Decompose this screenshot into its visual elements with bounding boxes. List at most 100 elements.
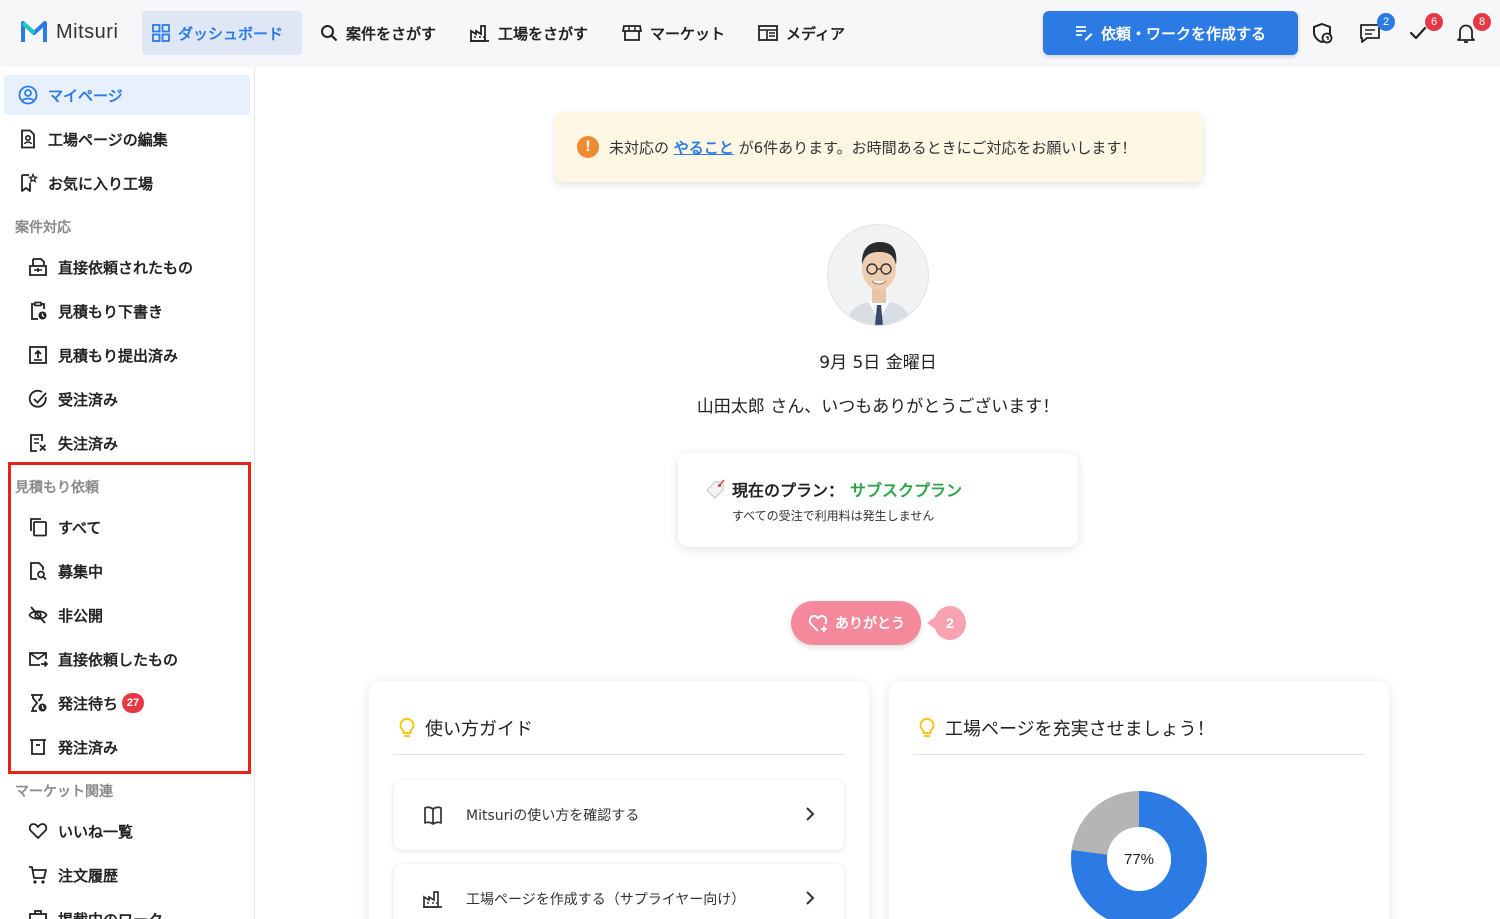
card-title: 使い方ガイド xyxy=(399,715,533,741)
thanks-button[interactable]: ありがとう xyxy=(791,601,921,645)
create-request-button[interactable]: 依頼・ワークを作成する xyxy=(1043,11,1298,55)
tag-icon xyxy=(706,479,725,499)
card-title: 工場ページを充実させましょう！ xyxy=(919,715,1215,741)
plan-line: 現在のプラン： サブスクプラン xyxy=(704,477,962,501)
eye-off-icon xyxy=(28,606,48,624)
sidebar-item-label: 発注済み xyxy=(58,738,119,757)
guide-row-label: 工場ページを作成する（サプライヤー向け） xyxy=(466,892,746,908)
factory-icon xyxy=(470,25,489,42)
sidebar-item-orders-lost[interactable]: 失注済み xyxy=(4,423,250,463)
user-circle-icon xyxy=(18,85,38,105)
nav-dashboard[interactable]: ダッシュボード xyxy=(142,11,302,55)
sidebar-item-favorite-factories[interactable]: お気に入り工場 xyxy=(4,163,250,203)
edit-list-icon xyxy=(1075,26,1093,41)
sidebar-item-label: 掲載中のワーク xyxy=(58,909,163,919)
sidebar-item-recruiting[interactable]: 募集中 xyxy=(4,551,250,591)
store-icon xyxy=(622,25,642,41)
heart-plus-icon xyxy=(808,615,828,632)
app-name: Mitsuri xyxy=(56,20,119,43)
copy-icon xyxy=(30,518,47,537)
user-photo xyxy=(828,225,928,325)
sidebar-item-all-requests[interactable]: すべて xyxy=(4,507,250,547)
nav-market[interactable]: マーケット xyxy=(612,11,735,55)
top-navigation: Mitsuri ダッシュボード 案件をさがす 工場をさがす マーケット メディア… xyxy=(0,0,1500,67)
sidebar-item-edit-factory-page[interactable]: 工場ページの編集 xyxy=(4,119,250,159)
upload-box-icon xyxy=(29,346,47,364)
sidebar-item-mypage[interactable]: マイページ xyxy=(4,75,250,115)
notice-suffix: が6件あります。お時間あるときにご対応をお願いします！ xyxy=(738,138,1137,157)
guide-card-title: 使い方ガイド xyxy=(425,719,533,740)
tasks-button[interactable]: 6 xyxy=(1405,13,1443,46)
nav-media[interactable]: メディア xyxy=(748,11,855,55)
thanks-count-badge: 2 xyxy=(927,606,966,640)
chevron-right-icon xyxy=(806,807,815,821)
sidebar-item-private[interactable]: 非公開 xyxy=(4,595,250,635)
sidebar-item-ordered[interactable]: 発注済み xyxy=(4,727,250,767)
plan-description: すべての受注で利用料は発生しません xyxy=(732,509,935,523)
security-button[interactable] xyxy=(1310,20,1336,46)
clipboard-clock-icon xyxy=(31,301,47,320)
sidebar-item-label: 直接依頼したもの xyxy=(58,650,179,669)
messages-badge: 2 xyxy=(1377,13,1395,31)
notifications-badge: 8 xyxy=(1473,13,1491,31)
bookmark-icon xyxy=(21,173,38,192)
sidebar-item-quotes-submitted[interactable]: 見積もり提出済み xyxy=(4,335,250,375)
book-icon xyxy=(424,806,442,825)
check-circle-icon xyxy=(28,389,47,408)
sidebar-item-order-history[interactable]: 注文履歴 xyxy=(4,855,250,895)
divider xyxy=(393,754,845,755)
nav-search-projects[interactable]: 案件をさがす xyxy=(310,11,446,55)
nav-market-label: マーケット xyxy=(650,24,726,43)
sidebar-item-label: 募集中 xyxy=(58,562,104,581)
sidebar-item-label: 発注待ち xyxy=(58,694,119,713)
hourglass-icon xyxy=(31,694,47,712)
completion-donut-chart: 77% xyxy=(1069,789,1209,919)
sidebar-item-label: マイページ xyxy=(48,86,123,105)
divider xyxy=(913,754,1365,755)
messages-button[interactable]: 2 xyxy=(1357,13,1395,46)
guide-row-create-factory-page[interactable]: 工場ページを作成する（サプライヤー向け） xyxy=(394,864,844,919)
greeting-message: 山田太郎 さん、いつもありがとうございます！ xyxy=(696,397,1060,417)
sidebar-item-quote-drafts[interactable]: 見積もり下書き xyxy=(4,291,250,331)
nav-search-factories-label: 工場をさがす xyxy=(498,24,589,43)
sidebar-item-label: 受注済み xyxy=(58,390,119,409)
usage-guide-card: 使い方ガイド Mitsuriの使い方を確認する 工場ページを作成する（サプライヤ… xyxy=(369,681,869,919)
media-icon xyxy=(758,25,778,41)
sidebar-section-title: マーケット関連 xyxy=(15,784,113,800)
factory-page-completion-card: 工場ページを充実させましょう！ 77% xyxy=(889,681,1389,919)
completion-percent-label: 77% xyxy=(1123,850,1155,868)
notice-prefix: 未対応の xyxy=(609,138,670,157)
nav-media-label: メディア xyxy=(786,24,845,43)
create-request-label: 依頼・ワークを作成する xyxy=(1100,24,1266,43)
sidebar-item-listed-works[interactable]: 掲載中のワーク xyxy=(4,899,250,919)
nav-search-factories[interactable]: 工場をさがす xyxy=(460,11,598,55)
notifications-button[interactable]: 8 xyxy=(1453,13,1491,46)
sidebar-item-orders-won[interactable]: 受注済み xyxy=(4,379,250,419)
alert-icon: ! xyxy=(577,136,599,158)
cart-icon xyxy=(29,866,47,884)
doc-x-icon xyxy=(30,434,47,452)
sidebar-item-label: 直接依頼されたもの xyxy=(58,258,194,277)
page-edit-icon xyxy=(21,129,35,149)
sidebar-item-awaiting-order[interactable]: 発注待ち 27 xyxy=(4,683,250,723)
chevron-right-icon xyxy=(806,891,815,905)
box-icon xyxy=(30,739,46,755)
sidebar-item-label: すべて xyxy=(58,518,102,537)
notice-text: 未対応の やること が6件あります。お時間あるときにご対応をお願いします！ xyxy=(609,137,1136,158)
sidebar-item-directly-requested[interactable]: 直接依頼されたもの xyxy=(4,247,250,287)
avatar[interactable] xyxy=(827,224,929,326)
app-logo[interactable]: Mitsuri xyxy=(20,18,118,46)
sidebar-item-direct-requests-sent[interactable]: 直接依頼したもの xyxy=(4,639,250,679)
tasks-badge: 6 xyxy=(1425,13,1443,31)
guide-row-label: Mitsuriの使い方を確認する xyxy=(466,808,640,824)
lightbulb-icon xyxy=(399,718,415,737)
guide-row-how-to-use[interactable]: Mitsuriの使い方を確認する xyxy=(394,780,844,850)
todo-link[interactable]: やること xyxy=(674,139,734,157)
sidebar-item-label: 非公開 xyxy=(58,606,104,625)
sidebar-item-likes[interactable]: いいね一覧 xyxy=(4,811,250,851)
lightbulb-icon xyxy=(919,718,935,737)
nav-dashboard-label: ダッシュボード xyxy=(178,24,284,43)
sidebar-item-label: いいね一覧 xyxy=(58,822,134,841)
sidebar-item-label: 見積もり提出済み xyxy=(58,346,179,365)
current-date: 9月 5日 金曜日 xyxy=(819,353,937,373)
